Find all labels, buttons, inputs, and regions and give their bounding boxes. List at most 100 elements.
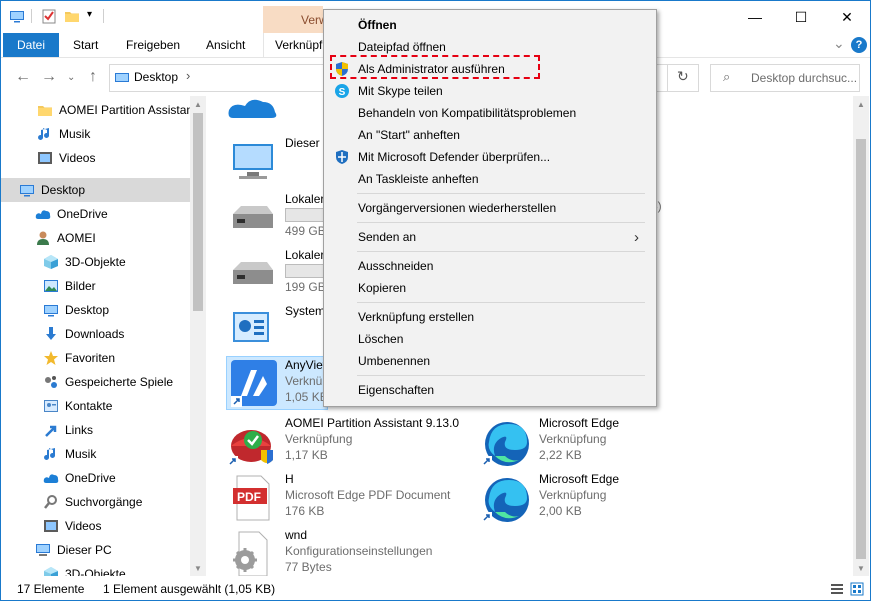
- nav-item-desktop[interactable]: Desktop: [1, 298, 109, 322]
- new-folder-icon[interactable]: [64, 8, 80, 24]
- content-scroll-up-icon[interactable]: ▲: [857, 100, 865, 109]
- recent-dropdown-icon[interactable]: ⌄: [67, 72, 75, 83]
- menu-item-an-taskleiste-anheften[interactable]: An Taskleiste anheften: [324, 168, 656, 190]
- menu-item-öffnen[interactable]: Öffnen: [324, 14, 656, 36]
- user-icon: [35, 230, 51, 246]
- search-input[interactable]: Desktop durchsuc...: [751, 71, 857, 85]
- nav-scroll-thumb[interactable]: [193, 113, 203, 311]
- file-item-lokaler-datentraeger-2[interactable]: Lokaler 199 GB f: [227, 246, 332, 300]
- menu-item-senden-an[interactable]: Senden an ›: [324, 226, 656, 248]
- menu-separator: [357, 375, 645, 376]
- menu-item-an-start-anheften[interactable]: An "Start" anheften: [324, 124, 656, 146]
- qa-dropdown-icon[interactable]: ▾: [87, 9, 92, 20]
- nav-item-onedrive[interactable]: OneDrive: [1, 202, 108, 226]
- path-chevron-icon[interactable]: ›: [186, 68, 190, 83]
- tab-freigeben[interactable]: Freigeben: [126, 33, 180, 57]
- forward-icon[interactable]: →: [41, 68, 57, 86]
- tab-start[interactable]: Start: [73, 33, 98, 57]
- up-icon[interactable]: ↑: [89, 68, 97, 86]
- file-item-lokaler-datentraeger-1[interactable]: Lokaler 499 GB f: [227, 190, 332, 244]
- menu-item-umbenennen[interactable]: Umbenennen: [324, 350, 656, 372]
- menu-item-kopieren[interactable]: Kopieren: [324, 277, 656, 299]
- file-item-aomei-partition-assistant[interactable]: AOMEI Partition Assistant 9.13.0 Verknüp…: [227, 414, 477, 468]
- nav-item-gespeicherte-spiele[interactable]: Gespeicherte Spiele: [1, 370, 173, 394]
- menu-item-mit-microsoft-defender-überprüfen[interactable]: Mit Microsoft Defender überprüfen...: [324, 146, 656, 168]
- nav-item-label: Gespeicherte Spiele: [65, 375, 174, 389]
- desktop-icon: [115, 73, 129, 82]
- menu-item-vorgängerversionen-wiederherstellen[interactable]: Vorgängerversionen wiederherstellen: [324, 197, 656, 219]
- link-icon: [43, 422, 59, 438]
- file-item-microsoft-edge-1[interactable]: Microsoft Edge Verknüpfung 2,22 KB: [481, 414, 681, 468]
- nav-item-kontakte[interactable]: Kontakte: [1, 394, 112, 418]
- nav-item-label: Musik: [59, 127, 91, 141]
- properties-icon[interactable]: [41, 8, 57, 24]
- nav-item-videos[interactable]: Videos: [1, 514, 101, 538]
- help-icon[interactable]: ?: [851, 37, 867, 53]
- nav-item-videos[interactable]: Videos: [1, 146, 95, 170]
- defender-icon: [334, 149, 350, 165]
- tab-ansicht[interactable]: Ansicht: [206, 33, 245, 57]
- anyviewer-app-icon: [231, 360, 277, 407]
- menu-item-ausschneiden[interactable]: Ausschneiden: [324, 255, 656, 277]
- nav-item-3d-objekte[interactable]: 3D-Objekte: [1, 562, 126, 576]
- back-icon[interactable]: ←: [15, 68, 31, 86]
- details-view-icon[interactable]: [830, 582, 844, 596]
- file-type: Verknüpfung: [539, 488, 607, 502]
- nav-item-suchvorgänge[interactable]: Suchvorgänge: [1, 490, 142, 514]
- item-count: 17 Elemente: [17, 582, 85, 596]
- refresh-icon[interactable]: ↻: [677, 68, 689, 85]
- content-scroll-thumb[interactable]: [856, 139, 866, 559]
- cube-icon: [43, 566, 59, 576]
- menu-item-löschen[interactable]: Löschen: [324, 328, 656, 350]
- file-item-systemsteuerung[interactable]: Systems: [227, 302, 331, 356]
- nav-item-favoriten[interactable]: Favoriten: [1, 346, 115, 370]
- nav-item-aomei[interactable]: AOMEI: [1, 226, 96, 250]
- file-item-dieser-pc[interactable]: Dieser P: [227, 134, 331, 188]
- nav-scroll-up-icon[interactable]: ▲: [194, 100, 202, 109]
- tab-datei[interactable]: Datei: [3, 33, 60, 57]
- nav-item-musik[interactable]: Musik: [1, 442, 96, 466]
- file-item-anyviewer[interactable]: AnyView Verknüp 1,05 KB: [226, 356, 331, 410]
- nav-item-label: OneDrive: [57, 207, 108, 221]
- onedrive-cloud-icon[interactable]: [227, 96, 279, 120]
- file-type: Verknüpfung: [539, 432, 607, 446]
- menu-item-mit-skype-teilen[interactable]: S Mit Skype teilen: [324, 80, 656, 102]
- navigation-pane: AOMEI Partition Assistant Musik Videos Desk…: [1, 96, 206, 576]
- file-item-wnd[interactable]: wnd Konfigurationseinstellungen 77 Bytes: [227, 526, 477, 576]
- nav-item-label: Videos: [59, 151, 96, 165]
- close-button[interactable]: ✕: [824, 1, 870, 33]
- tab-verknuepfung[interactable]: Verknüpf: [275, 33, 322, 57]
- nav-item-links[interactable]: Links: [1, 418, 93, 442]
- menu-item-eigenschaften[interactable]: Eigenschaften: [324, 379, 656, 401]
- maximize-button[interactable]: ☐: [778, 1, 824, 33]
- cube-icon: [43, 254, 59, 270]
- menu-item-behandeln-von-kompatibilitätsproblemen[interactable]: Behandeln von Kompatibilitätsproblemen: [324, 102, 656, 124]
- nav-item-bilder[interactable]: Bilder: [1, 274, 96, 298]
- menu-item-label: Senden an: [358, 230, 417, 244]
- minimize-button[interactable]: —: [732, 1, 778, 33]
- nav-scroll-down-icon[interactable]: ▼: [194, 564, 202, 573]
- control-panel-icon: [233, 312, 269, 342]
- file-item-h-pdf[interactable]: PDF H Microsoft Edge PDF Document 176 KB: [227, 470, 477, 524]
- nav-item-musik[interactable]: Musik: [1, 122, 90, 146]
- nav-item-onedrive[interactable]: OneDrive: [1, 466, 116, 490]
- file-size: 77 Bytes: [285, 560, 332, 574]
- pc-icon: [233, 144, 273, 179]
- desktop-icon: [43, 302, 59, 318]
- search-box[interactable]: ⌕ Desktop durchsuc...: [710, 64, 860, 92]
- file-item-microsoft-edge-2[interactable]: Microsoft Edge Verknüpfung 2,00 KB: [481, 470, 681, 524]
- nav-item-dieser-pc[interactable]: Dieser PC: [1, 538, 112, 562]
- menu-item-label: An Taskleiste anheften: [358, 172, 479, 186]
- content-scroll-down-icon[interactable]: ▼: [857, 564, 865, 573]
- tiles-view-icon[interactable]: [850, 582, 864, 596]
- nav-item-desktop[interactable]: Desktop: [1, 178, 206, 202]
- pdf-badge: PDF: [237, 490, 261, 504]
- nav-item-downloads[interactable]: Downloads: [1, 322, 124, 346]
- video-icon: [37, 150, 53, 166]
- menu-item-verknüpfung-erstellen[interactable]: Verknüpfung erstellen: [324, 306, 656, 328]
- nav-item-aomei-partition-assistant[interactable]: AOMEI Partition Assistant: [1, 98, 196, 122]
- file-size: 176 KB: [285, 504, 325, 518]
- search-icon: ⌕: [723, 69, 731, 84]
- nav-item-3d-objekte[interactable]: 3D-Objekte: [1, 250, 126, 274]
- ribbon-expand-icon[interactable]: ⌄: [833, 35, 845, 52]
